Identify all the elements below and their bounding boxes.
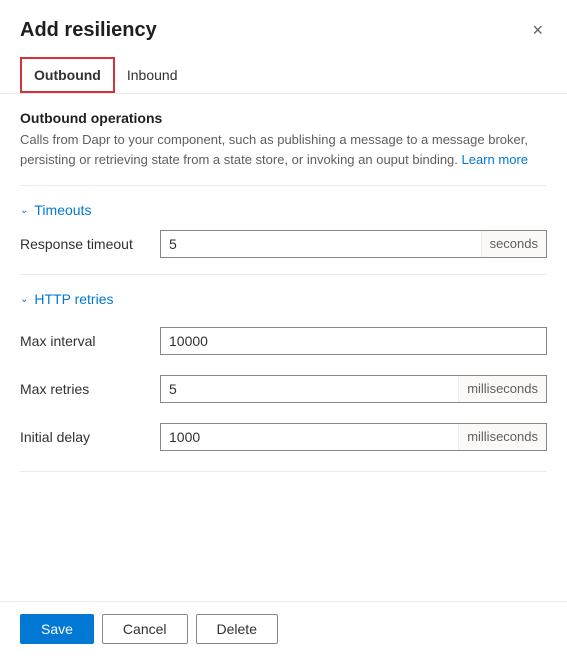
- http-retries-label: HTTP retries: [34, 291, 113, 307]
- dialog-footer: Save Cancel Delete: [0, 601, 567, 656]
- initial-delay-input[interactable]: [161, 424, 458, 450]
- max-retries-label: Max retries: [20, 381, 160, 397]
- response-timeout-input[interactable]: [161, 231, 481, 257]
- initial-delay-input-wrapper: milliseconds: [160, 423, 547, 451]
- divider-3: [20, 471, 547, 472]
- max-retries-row: Max retries milliseconds: [20, 371, 547, 407]
- learn-more-link[interactable]: Learn more: [462, 152, 528, 167]
- add-resiliency-dialog: Add resiliency × Outbound Inbound Outbou…: [0, 0, 567, 656]
- chevron-down-icon-2: ⌄: [20, 294, 28, 305]
- response-timeout-row: Response timeout seconds: [20, 226, 547, 262]
- initial-delay-row: Initial delay milliseconds: [20, 419, 547, 455]
- initial-delay-label: Initial delay: [20, 429, 160, 445]
- response-timeout-unit: seconds: [481, 231, 546, 257]
- max-retries-input-wrapper: milliseconds: [160, 375, 547, 403]
- chevron-down-icon: ⌄: [20, 205, 28, 216]
- tab-outbound[interactable]: Outbound: [20, 57, 115, 93]
- divider-2: [20, 274, 547, 275]
- delete-button[interactable]: Delete: [196, 614, 278, 644]
- save-button[interactable]: Save: [20, 614, 94, 644]
- timeouts-section-header[interactable]: ⌄ Timeouts: [20, 194, 547, 226]
- tab-bar: Outbound Inbound: [0, 57, 567, 94]
- close-button[interactable]: ×: [528, 16, 547, 45]
- response-timeout-input-wrapper: seconds: [160, 230, 547, 258]
- section-desc-text: Calls from Dapr to your component, such …: [20, 132, 528, 167]
- initial-delay-unit: milliseconds: [458, 424, 546, 450]
- http-retries-section-header[interactable]: ⌄ HTTP retries: [20, 283, 547, 315]
- dialog-header: Add resiliency ×: [0, 0, 567, 53]
- timeouts-label: Timeouts: [34, 202, 91, 218]
- max-retries-input[interactable]: [161, 376, 458, 402]
- max-interval-row: Max interval: [20, 323, 547, 359]
- response-timeout-label: Response timeout: [20, 236, 160, 252]
- max-interval-label: Max interval: [20, 333, 160, 349]
- tab-inbound[interactable]: Inbound: [115, 57, 190, 93]
- cancel-button[interactable]: Cancel: [102, 614, 188, 644]
- dialog-title: Add resiliency: [20, 19, 157, 42]
- outbound-section-desc: Calls from Dapr to your component, such …: [20, 130, 547, 169]
- outbound-section-title: Outbound operations: [20, 110, 547, 126]
- max-interval-input[interactable]: [161, 328, 546, 354]
- max-interval-input-wrapper: [160, 327, 547, 355]
- max-retries-unit: milliseconds: [458, 376, 546, 402]
- divider-1: [20, 185, 547, 186]
- outbound-content: Outbound operations Calls from Dapr to y…: [0, 94, 567, 601]
